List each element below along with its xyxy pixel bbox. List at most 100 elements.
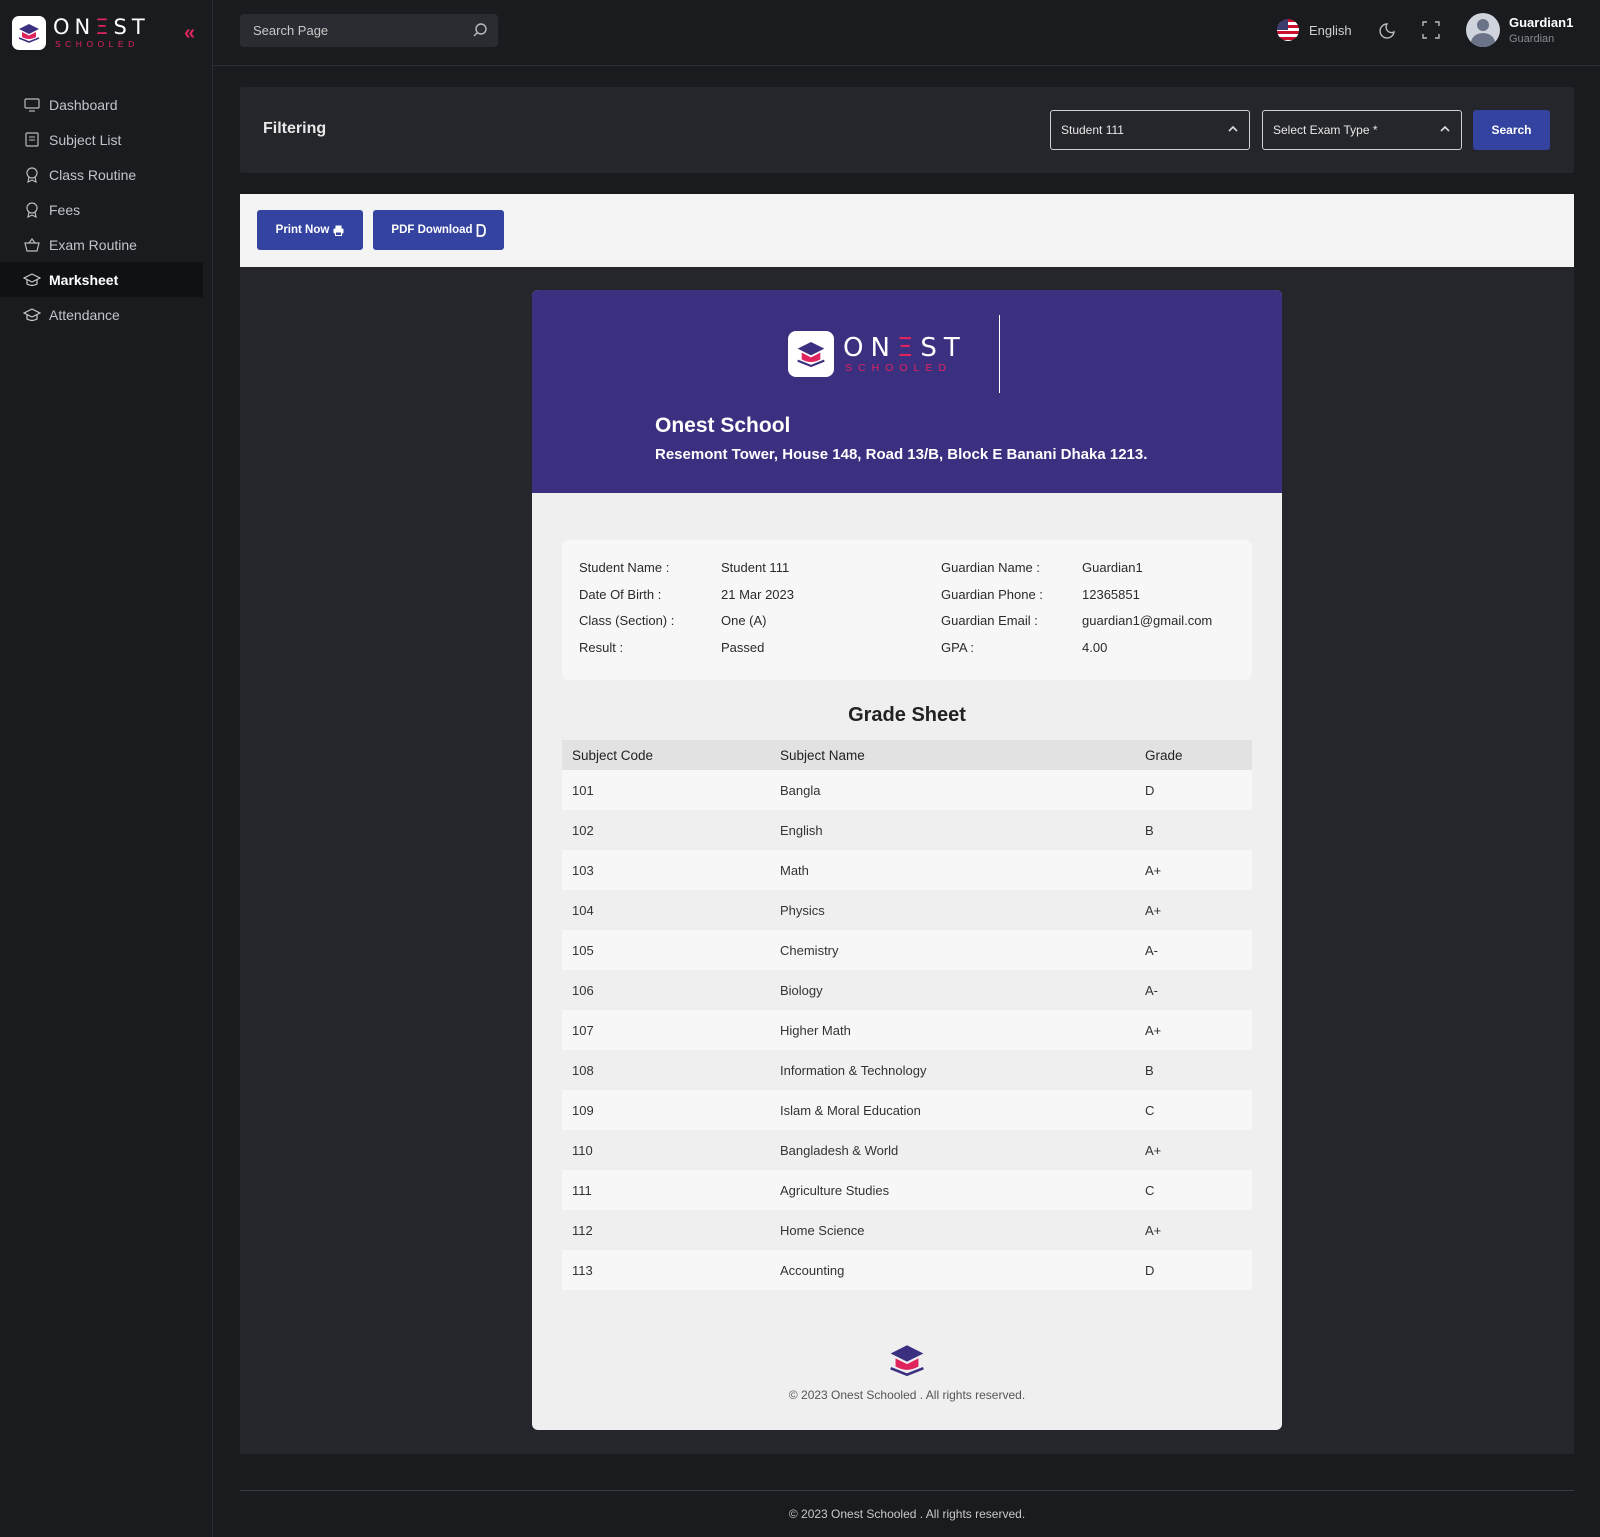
sidebar-item-fees[interactable]: Fees xyxy=(0,192,203,227)
download-icon xyxy=(476,223,486,237)
collapse-sidebar-icon[interactable]: « xyxy=(184,22,195,45)
marksheet: ONΞST SCHOOLED Onest School Resemont Tow… xyxy=(532,290,1282,1430)
search-icon[interactable] xyxy=(472,22,488,43)
exam-type-select[interactable]: Select Exam Type * xyxy=(1262,110,1462,150)
table-row: 111 Agriculture Studies C xyxy=(562,1170,1252,1210)
subject-code: 108 xyxy=(562,1050,770,1090)
sidebar-item-dashboard[interactable]: Dashboard xyxy=(0,87,203,122)
table-row: 108 Information & Technology B xyxy=(562,1050,1252,1090)
subject-code: 103 xyxy=(562,850,770,890)
grade: A+ xyxy=(1135,890,1252,930)
subject-code: 107 xyxy=(562,1010,770,1050)
info-value: One (A) xyxy=(721,613,767,628)
info-label: Student Name : xyxy=(579,560,670,575)
action-bar: Print Now PDF Download xyxy=(240,194,1574,267)
column-header: Grade xyxy=(1135,740,1252,770)
info-label: Result : xyxy=(579,639,624,655)
column-header: Subject Code xyxy=(562,740,770,770)
sidebar: ONΞST SCHOOLED « Dashboard Subject List Cl… xyxy=(0,0,213,1537)
logo-mark-icon xyxy=(788,331,834,377)
subject-name: Accounting xyxy=(770,1250,1135,1290)
subject-name: Physics xyxy=(770,890,1135,930)
student-info-box: Student Name : Student 111 Guardian Name :… xyxy=(562,540,1252,680)
table-row: 107 Higher Math A+ xyxy=(562,1010,1252,1050)
school-name: Onest School xyxy=(655,414,791,437)
subject-code: 104 xyxy=(562,890,770,930)
user-role: Guardian xyxy=(1509,33,1555,45)
sidebar-item-label: Fees xyxy=(49,201,81,218)
subject-name: Higher Math xyxy=(770,1010,1135,1050)
student-select-value: Student 111 xyxy=(1061,123,1124,137)
info-label: Date Of Birth : xyxy=(579,586,662,602)
table-row: 103 Math A+ xyxy=(562,850,1252,890)
school-logo: ONΞST SCHOOLED xyxy=(788,331,967,377)
grade: B xyxy=(1135,1050,1252,1090)
student-select[interactable]: Student 111 xyxy=(1050,110,1250,150)
grade: A+ xyxy=(1135,1210,1252,1250)
graduation-cap-icon xyxy=(23,272,41,288)
subject-code: 102 xyxy=(562,810,770,850)
subject-code: 113 xyxy=(562,1250,770,1290)
subject-code: 101 xyxy=(562,770,770,810)
sidebar-item-attendance[interactable]: Attendance xyxy=(0,297,203,332)
subject-code: 112 xyxy=(562,1210,770,1250)
sidebar-item-exam-routine[interactable]: Exam Routine xyxy=(0,227,203,262)
search-box xyxy=(240,14,498,47)
marksheet-footer: © 2023 Onest Schooled . All rights reser… xyxy=(788,1388,1026,1402)
basket-icon xyxy=(23,237,41,253)
info-value: guardian1@gmail.com xyxy=(1082,613,1213,628)
table-row: 109 Islam & Moral Education C xyxy=(562,1090,1252,1130)
logo-mark-icon xyxy=(12,16,46,50)
subject-code: 110 xyxy=(562,1130,770,1170)
sidebar-item-subject-list[interactable]: Subject List xyxy=(0,122,203,157)
info-label: Guardian Email : xyxy=(941,613,1038,628)
print-button[interactable]: Print Now xyxy=(257,210,363,250)
subject-name: Chemistry xyxy=(770,930,1135,970)
pdf-download-button[interactable]: PDF Download xyxy=(373,210,504,250)
column-header: Subject Name xyxy=(770,740,1135,770)
grade: C xyxy=(1135,1170,1252,1210)
table-row: 113 Accounting D xyxy=(562,1250,1252,1290)
sidebar-item-class-routine[interactable]: Class Routine xyxy=(0,157,203,192)
award-icon xyxy=(23,166,41,183)
grade: B xyxy=(1135,810,1252,850)
sidebar-item-marksheet[interactable]: Marksheet xyxy=(0,262,203,297)
fullscreen-icon[interactable] xyxy=(1422,21,1440,44)
subject-name: Islam & Moral Education xyxy=(770,1090,1135,1130)
us-flag-icon xyxy=(1277,19,1299,41)
dark-mode-icon[interactable] xyxy=(1377,21,1397,46)
subject-name: Bangladesh & World xyxy=(770,1130,1135,1170)
grade: D xyxy=(1135,770,1252,810)
marksheet-header: ONΞST SCHOOLED Onest School Resemont Tow… xyxy=(532,290,1282,493)
sidebar-nav: Dashboard Subject List Class Routine Fees Ex… xyxy=(0,87,212,332)
grade-sheet-title: Grade Sheet xyxy=(848,704,966,726)
avatar xyxy=(1466,13,1500,47)
info-value: Student 111 xyxy=(721,560,790,575)
info-label: Guardian Phone : xyxy=(941,586,1043,602)
search-input[interactable] xyxy=(253,23,463,38)
table-row: 106 Biology A- xyxy=(562,970,1252,1010)
user-menu[interactable]: Guardian1 Guardian xyxy=(1466,13,1573,47)
sidebar-item-label: Subject List xyxy=(49,131,122,148)
sidebar-item-label: Marksheet xyxy=(49,271,119,288)
printer-icon xyxy=(333,225,344,236)
user-name: Guardian1 xyxy=(1509,15,1574,30)
subject-name: Math xyxy=(770,850,1135,890)
brand-wordmark: ONΞST SCHOOLED xyxy=(53,15,150,50)
subject-name: Home Science xyxy=(770,1210,1135,1250)
page-footer: © 2023 Onest Schooled . All rights reser… xyxy=(240,1490,1574,1521)
brand-logo[interactable]: ONΞST SCHOOLED xyxy=(0,0,212,66)
subject-name: Information & Technology xyxy=(770,1050,1135,1090)
graduation-cap-icon xyxy=(23,307,41,323)
exam-type-select-value: Select Exam Type * xyxy=(1273,123,1378,137)
subject-code: 111 xyxy=(562,1170,770,1210)
filter-title: Filtering xyxy=(263,120,327,137)
subject-code: 106 xyxy=(562,970,770,1010)
language-selector[interactable]: English xyxy=(1277,19,1352,41)
info-value: Passed xyxy=(721,639,765,655)
sidebar-item-label: Class Routine xyxy=(49,166,137,183)
search-button[interactable]: Search xyxy=(1473,110,1550,150)
subject-name: English xyxy=(770,810,1135,850)
info-value: 21 Mar 2023 xyxy=(721,586,794,602)
grade: A+ xyxy=(1135,1130,1252,1170)
